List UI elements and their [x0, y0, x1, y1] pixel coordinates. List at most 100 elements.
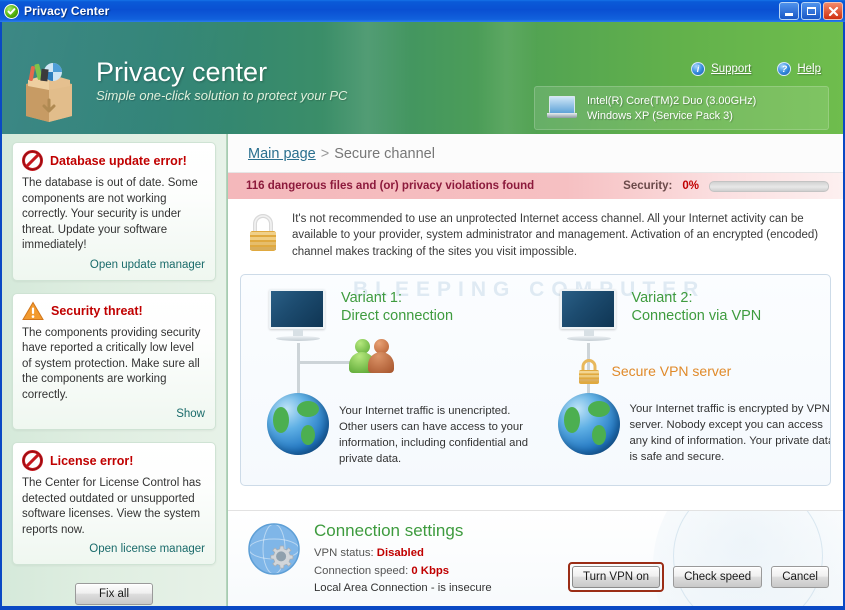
support-label: Support: [711, 63, 752, 75]
turn-vpn-on-focus-ring: Turn VPN on: [568, 562, 665, 592]
monitor-screen: [559, 288, 616, 329]
security-meter: Security: 0%: [623, 180, 829, 192]
deny-icon: [22, 450, 43, 472]
cancel-button[interactable]: Cancel: [771, 566, 829, 588]
globe-landmass: [591, 424, 606, 445]
user-body: [368, 351, 394, 373]
vpn-status-label: VPN status:: [314, 547, 374, 559]
panel-title: License error!: [50, 453, 134, 468]
description-text: It's not recommended to use an unprotect…: [292, 213, 819, 258]
users-icon: [349, 338, 394, 373]
globe-landmass: [301, 424, 315, 445]
show-link[interactable]: Show: [22, 408, 205, 420]
maximize-icon: [806, 7, 816, 15]
monitor-base: [566, 335, 611, 341]
secure-vpn-server-label: Secure VPN server: [611, 362, 732, 379]
variant-1-title-line2: Direct connection: [341, 308, 454, 325]
variants-container: BLEEPING COMPUTER Variant 1: Direct conn…: [240, 273, 831, 486]
monitor-screen: [269, 288, 325, 329]
content-area: Database update error! The database is o…: [2, 134, 843, 606]
question-icon: ?: [777, 62, 792, 76]
description-block: It's not recommended to use an unprotect…: [228, 199, 843, 270]
breadcrumb-main-page[interactable]: Main page: [248, 146, 316, 162]
panel-license-error: License error! The Center for License Co…: [12, 442, 216, 566]
minimize-icon: [785, 12, 793, 16]
system-info-lines: Intel(R) Core(TM)2 Duo (3.00GHz) Windows…: [587, 95, 756, 122]
security-label: Security:: [623, 180, 673, 192]
panel-header: Security threat!: [22, 301, 205, 321]
help-link[interactable]: ? Help: [777, 62, 821, 76]
connection-speed-value: 0 Kbps: [411, 564, 450, 577]
minimize-button[interactable]: [779, 2, 799, 20]
variant-1: Variant 1: Direct connection Your Intern…: [241, 275, 536, 485]
variant-2: Variant 2: Connection via VPN Secure VPN…: [536, 275, 830, 485]
open-box-icon: [16, 60, 82, 122]
globe-gear-icon: [246, 521, 308, 583]
panel-security-threat: Security threat! The components providin…: [12, 292, 216, 431]
shield-check-icon: [4, 3, 19, 19]
brand-title: Privacy center: [96, 57, 268, 87]
globe-landmass: [587, 400, 610, 417]
info-icon: i: [691, 62, 706, 76]
monitor-neck: [583, 328, 594, 336]
alert-text: 116 dangerous files and (or) privacy vio…: [246, 180, 535, 192]
check-speed-button[interactable]: Check speed: [673, 566, 763, 588]
variant-2-title-line2: Connection via VPN: [631, 308, 762, 325]
sidebar: Database update error! The database is o…: [2, 134, 228, 606]
connection-speed-row: Connection speed: 0 Kbps: [314, 563, 492, 581]
turn-vpn-on-button[interactable]: Turn VPN on: [572, 566, 661, 588]
close-icon: [828, 6, 838, 16]
cpu-info: Intel(R) Core(TM)2 Duo (3.00GHz): [587, 94, 757, 107]
laptop-icon: [547, 96, 577, 120]
privacy-center-window: Privacy Center Privacy center Simple one…: [0, 0, 845, 610]
globe-icon: [267, 392, 329, 455]
panel-body: The Center for License Control has detec…: [22, 477, 201, 536]
help-label: Help: [797, 63, 821, 75]
open-license-manager-link[interactable]: Open license manager: [22, 543, 205, 555]
brand-subtitle: Simple one-click solution to protect you…: [96, 88, 348, 104]
monitor-neck: [293, 328, 303, 336]
header-links: i Support ? Help: [691, 62, 821, 76]
breadcrumb-current: Secure channel: [334, 146, 435, 162]
warning-triangle-icon: [22, 301, 44, 321]
variant-1-title: Variant 1: Direct connection: [341, 289, 453, 325]
monitor-icon: [559, 288, 618, 343]
variant-2-title-line1: Variant 2:: [631, 289, 693, 306]
os-info: Windows XP (Service Pack 3): [587, 109, 733, 122]
window-controls: [779, 2, 843, 20]
open-update-manager-link[interactable]: Open update manager: [22, 259, 205, 271]
fix-all-button[interactable]: Fix all: [75, 583, 153, 606]
deny-icon: [22, 150, 43, 171]
connection-settings-title: Connection settings: [314, 521, 464, 540]
wire-vertical: [297, 342, 300, 395]
close-button[interactable]: [823, 2, 843, 20]
app-body: Privacy center Simple one-click solution…: [2, 22, 843, 606]
monitor-icon: [269, 288, 327, 343]
maximize-button[interactable]: [801, 2, 821, 20]
connection-settings-section: Connection settings VPN status: Disabled…: [228, 510, 843, 606]
support-link[interactable]: i Support: [691, 62, 751, 76]
user-orange-icon: [368, 338, 394, 373]
padlock-icon: [246, 213, 280, 253]
status-bar: [0, 606, 845, 610]
panel-header: Database update error!: [22, 150, 205, 171]
vpn-padlock-icon: [574, 357, 604, 392]
breadcrumb-separator: >: [320, 146, 330, 162]
alert-banner: 116 dangerous files and (or) privacy vio…: [228, 173, 843, 199]
panel-header: License error!: [22, 450, 205, 472]
vpn-status-row: VPN status: Disabled: [314, 545, 492, 563]
app-header: Privacy center Simple one-click solution…: [2, 22, 843, 134]
wire-horizontal: [297, 360, 357, 364]
monitor-base: [276, 335, 320, 341]
variant-1-title-line1: Variant 1:: [341, 289, 402, 306]
system-info-panel: Intel(R) Core(TM)2 Duo (3.00GHz) Windows…: [534, 86, 829, 130]
breadcrumb: Main page > Secure channel: [228, 134, 843, 173]
globe-landmass: [273, 406, 289, 433]
window-title: Privacy Center: [24, 4, 110, 18]
fix-all-wrap: Fix all: [12, 583, 216, 606]
connection-speed-label: Connection speed:: [314, 564, 409, 577]
vpn-status-value: Disabled: [376, 547, 424, 559]
connection-settings-text: Connection settings VPN status: Disabled…: [314, 521, 492, 598]
security-progress-bar: [709, 180, 829, 192]
globe-landmass: [563, 406, 580, 433]
